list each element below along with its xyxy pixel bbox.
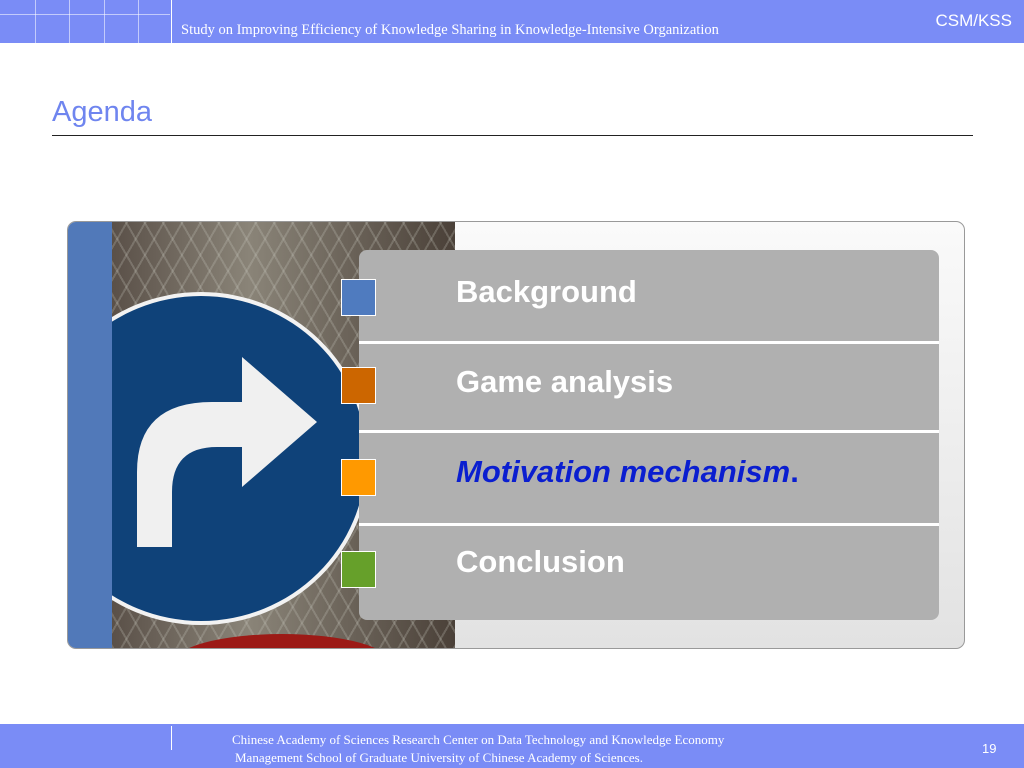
agenda-item-label: Motivation mechanism <box>456 454 791 489</box>
agenda-list: Background Game analysis Motivation mech… <box>359 250 939 620</box>
slide-title: Agenda <box>52 96 152 128</box>
presentation-title: Study on Improving Efficiency of Knowled… <box>181 22 719 38</box>
agenda-item-motivation-mechanism: Motivation mechanism. <box>456 454 799 490</box>
page-number: 19 <box>982 741 997 756</box>
footer-divider <box>171 726 172 750</box>
footer-line-1: Chinese Academy of Sciences Research Cen… <box>232 732 725 747</box>
title-divider <box>52 135 973 136</box>
header-code: CSM/KSS <box>935 11 1012 30</box>
agenda-panel: Background Game analysis Motivation mech… <box>67 221 965 649</box>
agenda-item-game-analysis: Game analysis <box>456 364 674 399</box>
agenda-item-background: Background <box>456 274 637 309</box>
agenda-item-suffix: . <box>790 454 799 489</box>
bullet-square-dark-orange <box>341 367 376 404</box>
agenda-item-conclusion: Conclusion <box>456 544 625 579</box>
bullet-square-orange <box>341 459 376 496</box>
bullet-square-blue <box>341 279 376 316</box>
accent-strip <box>68 222 112 648</box>
footer-bar: Chinese Academy of Sciences Research Cen… <box>0 724 1024 768</box>
footer-line-2: Management School of Graduate University… <box>235 750 643 765</box>
header-bar: Study on Improving Efficiency of Knowled… <box>0 0 1024 43</box>
turn-right-arrow-icon <box>137 357 317 547</box>
header-grid-decoration <box>0 0 172 43</box>
bullet-square-green <box>341 551 376 588</box>
